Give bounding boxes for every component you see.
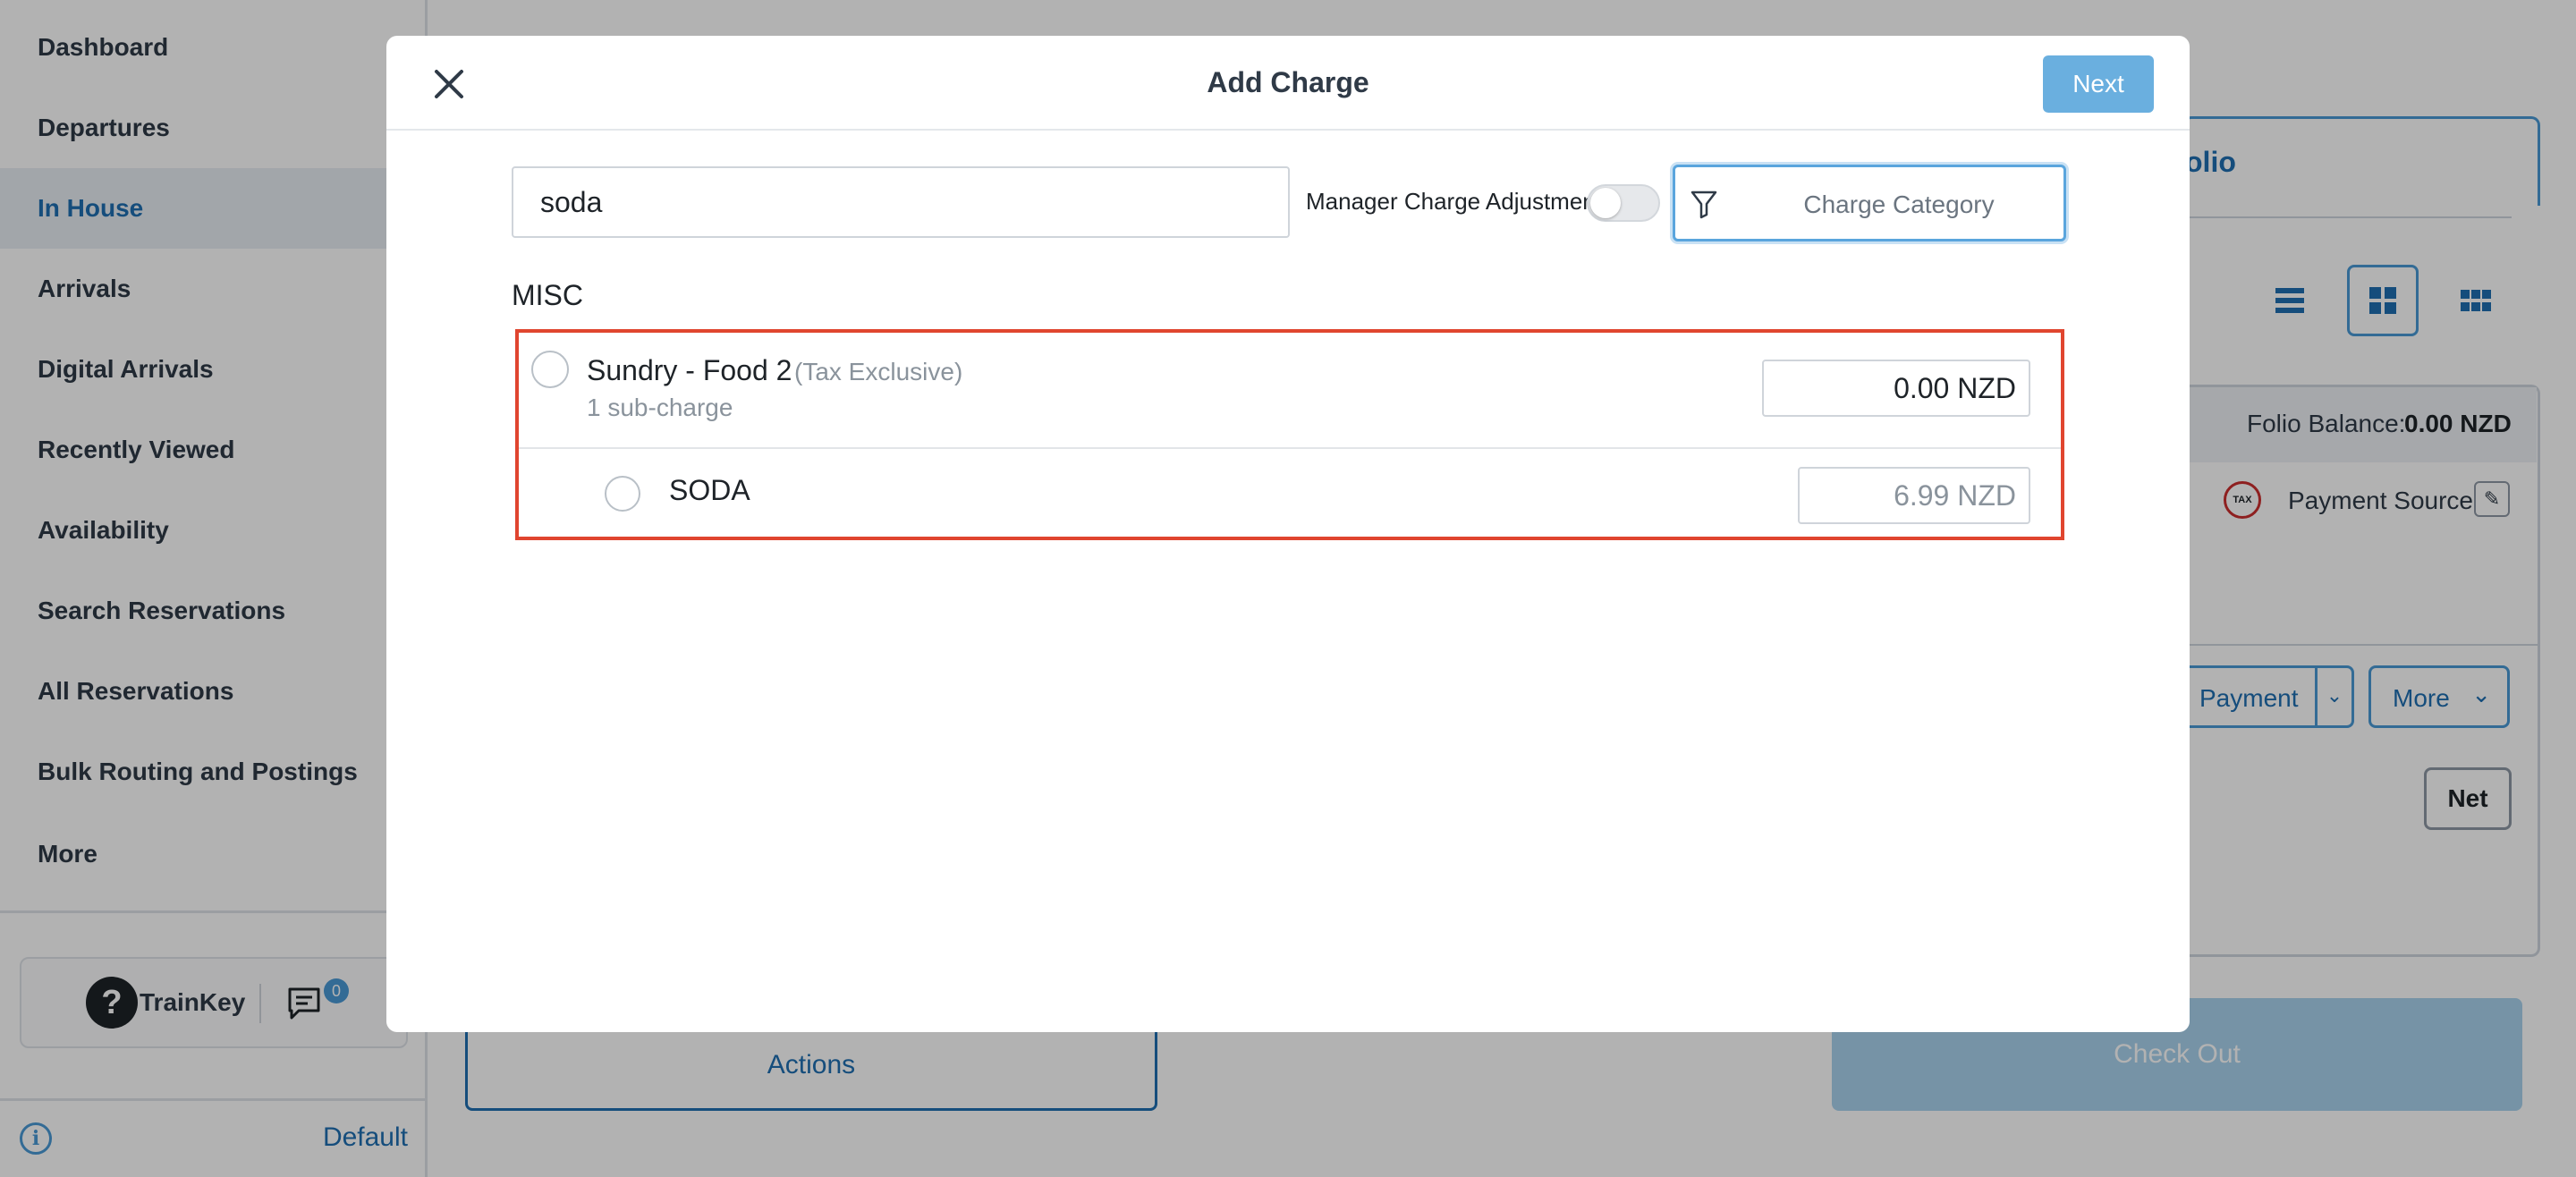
modal-header: Add Charge Next [386,36,2190,131]
charge-name: Sundry - Food 2 [587,354,792,386]
charge-search-input[interactable] [512,166,1290,238]
toggle-knob [1590,188,1621,218]
charge-group-label: MISC [512,279,583,311]
subcharge-count: 1 sub-charge [587,394,733,421]
subcharge-amount-input[interactable] [1798,467,2030,524]
charge-results: Sundry - Food 2 (Tax Exclusive) 1 sub-ch… [515,329,2064,540]
charge-category-placeholder: Charge Category [1803,191,1995,218]
row-divider [519,447,2061,449]
next-button[interactable]: Next [2043,55,2154,113]
charge-tax-note: (Tax Exclusive) [794,358,963,385]
manager-charge-adjustment-label: Manager Charge Adjustment [1306,188,1602,215]
subcharge-name: SODA [669,474,750,506]
modal-title: Add Charge [1207,66,1369,98]
charge-category-select[interactable]: Charge Category [1673,165,2066,241]
charge-radio[interactable] [531,351,569,388]
add-charge-modal: Add Charge Next Manager Charge Adjustmen… [386,36,2190,1032]
charge-amount-input[interactable] [1762,360,2030,417]
subcharge-radio[interactable] [605,476,640,512]
manager-charge-adjustment-toggle[interactable] [1587,184,1660,222]
